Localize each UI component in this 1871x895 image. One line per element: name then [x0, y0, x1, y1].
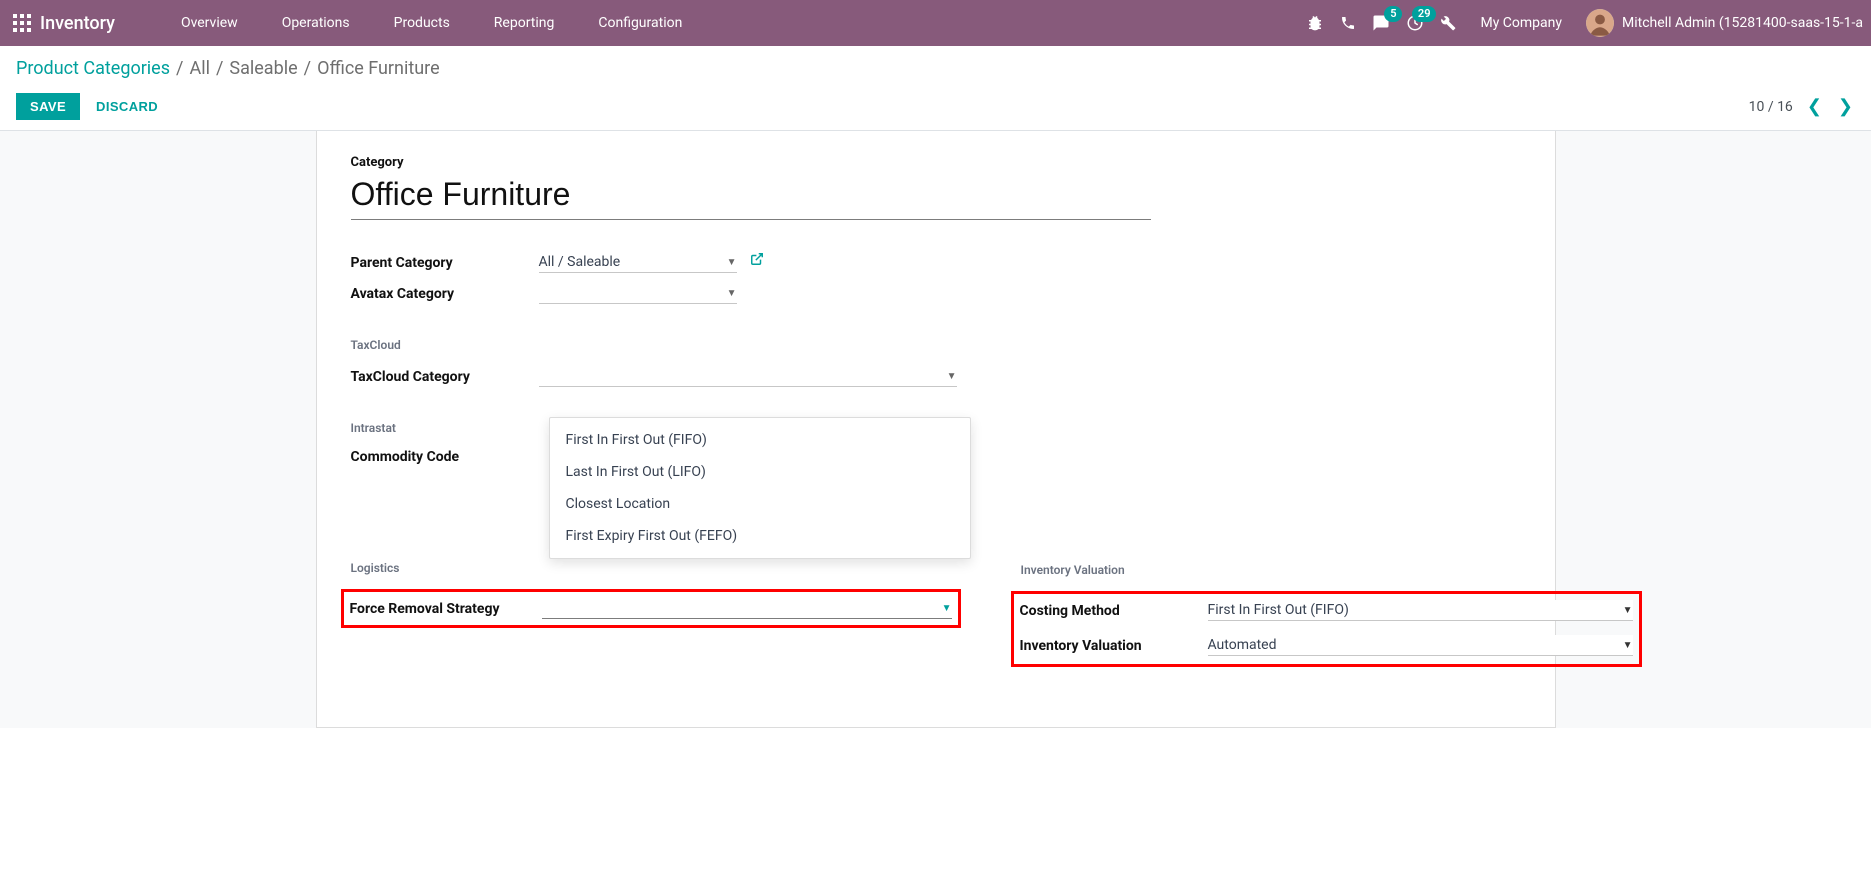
- activities-icon[interactable]: 29: [1406, 14, 1424, 32]
- section-inventory-valuation: Inventory Valuation: [1021, 563, 1642, 577]
- taxcloud-category-label: TaxCloud Category: [351, 369, 539, 385]
- user-menu[interactable]: Mitchell Admin (15281400-saas-15-1-a: [1586, 9, 1863, 37]
- caret-down-icon: ▼: [942, 603, 952, 614]
- avatax-category-row: Avatax Category ▼: [351, 283, 1521, 304]
- dropdown-item[interactable]: First In First Out (FIFO): [550, 424, 970, 456]
- breadcrumb-root[interactable]: Product Categories: [16, 58, 170, 79]
- avatax-category-select[interactable]: ▼: [539, 283, 737, 304]
- control-panel-row2: SAVE DISCARD 10 / 16 ❮ ❯: [16, 93, 1855, 120]
- taxcloud-category-select[interactable]: ▼: [539, 366, 957, 387]
- company-switcher[interactable]: My Company: [1480, 15, 1562, 31]
- category-name-input[interactable]: [351, 174, 1151, 220]
- costing-method-row: Costing Method First In First Out (FIFO)…: [1020, 600, 1633, 621]
- nav-reporting[interactable]: Reporting: [472, 0, 577, 46]
- parent-category-value: All / Saleable: [539, 254, 621, 270]
- pager-prev-icon[interactable]: ❮: [1805, 96, 1824, 117]
- caret-down-icon: ▼: [727, 288, 737, 299]
- top-navbar-right: 5 29 My Company Mitchell Admin (15281400…: [1306, 9, 1863, 37]
- breadcrumb-sep: /: [304, 58, 311, 79]
- discard-button[interactable]: DISCARD: [96, 99, 158, 114]
- tools-icon[interactable]: [1440, 15, 1456, 31]
- force-removal-row: Force Removal Strategy ▼: [350, 598, 952, 619]
- force-removal-value: [542, 600, 545, 616]
- app-title[interactable]: Inventory: [40, 13, 127, 34]
- costing-method-label: Costing Method: [1020, 603, 1208, 619]
- force-removal-highlight: Force Removal Strategy ▼: [341, 589, 961, 628]
- nav-products[interactable]: Products: [372, 0, 472, 46]
- pager-next-icon[interactable]: ❯: [1836, 96, 1855, 117]
- dropdown-item[interactable]: Closest Location: [550, 488, 970, 520]
- top-navbar: Inventory Overview Operations Products R…: [0, 0, 1871, 46]
- category-label: Category: [351, 155, 1521, 170]
- avatax-category-label: Avatax Category: [351, 286, 539, 302]
- parent-category-label: Parent Category: [351, 255, 539, 271]
- left-column: Intrastat Commodity Code First In First …: [351, 421, 961, 667]
- inventory-valuation-value: Automated: [1208, 637, 1277, 653]
- external-link-icon[interactable]: [750, 254, 764, 270]
- dropdown-item[interactable]: Last In First Out (LIFO): [550, 456, 970, 488]
- nav-configuration[interactable]: Configuration: [576, 0, 704, 46]
- caret-down-icon: ▼: [947, 371, 957, 382]
- messages-badge: 5: [1384, 6, 1402, 22]
- taxcloud-category-row: TaxCloud Category ▼: [351, 366, 1521, 387]
- parent-category-row: Parent Category All / Saleable ▼: [351, 252, 1521, 273]
- costing-method-value: First In First Out (FIFO): [1208, 602, 1349, 618]
- breadcrumb: Product Categories / All / Saleable / Of…: [16, 58, 1855, 79]
- pager: 10 / 16 ❮ ❯: [1749, 96, 1855, 117]
- caret-down-icon: ▼: [1623, 605, 1633, 616]
- taxcloud-category-value: [539, 368, 542, 384]
- avatax-category-value: [539, 285, 542, 301]
- user-name: Mitchell Admin (15281400-saas-15-1-a: [1622, 15, 1863, 31]
- breadcrumb-sep: /: [176, 58, 183, 79]
- right-column: Inventory Valuation Costing Method First…: [1021, 421, 1642, 667]
- lower-two-col: Intrastat Commodity Code First In First …: [351, 421, 1521, 667]
- breadcrumb-last: Office Furniture: [317, 58, 440, 79]
- breadcrumb-p2: Saleable: [229, 58, 297, 79]
- control-panel-actions: SAVE DISCARD: [16, 93, 158, 120]
- commodity-code-label: Commodity Code: [351, 449, 539, 465]
- breadcrumb-sep: /: [216, 58, 223, 79]
- messages-icon[interactable]: 5: [1372, 14, 1390, 32]
- apps-icon[interactable]: [8, 9, 36, 37]
- dropdown-item[interactable]: First Expiry First Out (FEFO): [550, 520, 970, 552]
- avatar: [1586, 9, 1614, 37]
- bug-icon[interactable]: [1306, 14, 1324, 32]
- form-sheet: Category Parent Category All / Saleable …: [316, 131, 1556, 728]
- removal-strategy-dropdown: First In First Out (FIFO) Last In First …: [549, 417, 971, 559]
- inventory-valuation-select[interactable]: Automated ▼: [1208, 635, 1633, 656]
- section-taxcloud: TaxCloud: [351, 338, 1521, 352]
- pager-text: 10 / 16: [1749, 99, 1793, 115]
- control-panel: Product Categories / All / Saleable / Of…: [0, 46, 1871, 131]
- top-navbar-left: Inventory Overview Operations Products R…: [8, 0, 704, 46]
- nav-overview[interactable]: Overview: [159, 0, 260, 46]
- parent-category-select[interactable]: All / Saleable ▼: [539, 252, 737, 273]
- nav-items: Overview Operations Products Reporting C…: [159, 0, 704, 46]
- inventory-valuation-label: Inventory Valuation: [1020, 638, 1208, 654]
- inventory-valuation-row: Inventory Valuation Automated ▼: [1020, 635, 1633, 656]
- costing-method-select[interactable]: First In First Out (FIFO) ▼: [1208, 600, 1633, 621]
- save-button[interactable]: SAVE: [16, 93, 80, 120]
- caret-down-icon: ▼: [727, 257, 737, 268]
- force-removal-select[interactable]: ▼: [542, 598, 952, 619]
- force-removal-label: Force Removal Strategy: [350, 601, 542, 617]
- breadcrumb-p1: All: [189, 58, 210, 79]
- section-logistics: Logistics: [351, 561, 961, 575]
- phone-icon[interactable]: [1340, 15, 1356, 31]
- activities-badge: 29: [1412, 6, 1437, 22]
- nav-operations[interactable]: Operations: [260, 0, 372, 46]
- main-area: Category Parent Category All / Saleable …: [0, 131, 1871, 728]
- caret-down-icon: ▼: [1623, 640, 1633, 651]
- inventory-valuation-highlight: Costing Method First In First Out (FIFO)…: [1011, 591, 1642, 667]
